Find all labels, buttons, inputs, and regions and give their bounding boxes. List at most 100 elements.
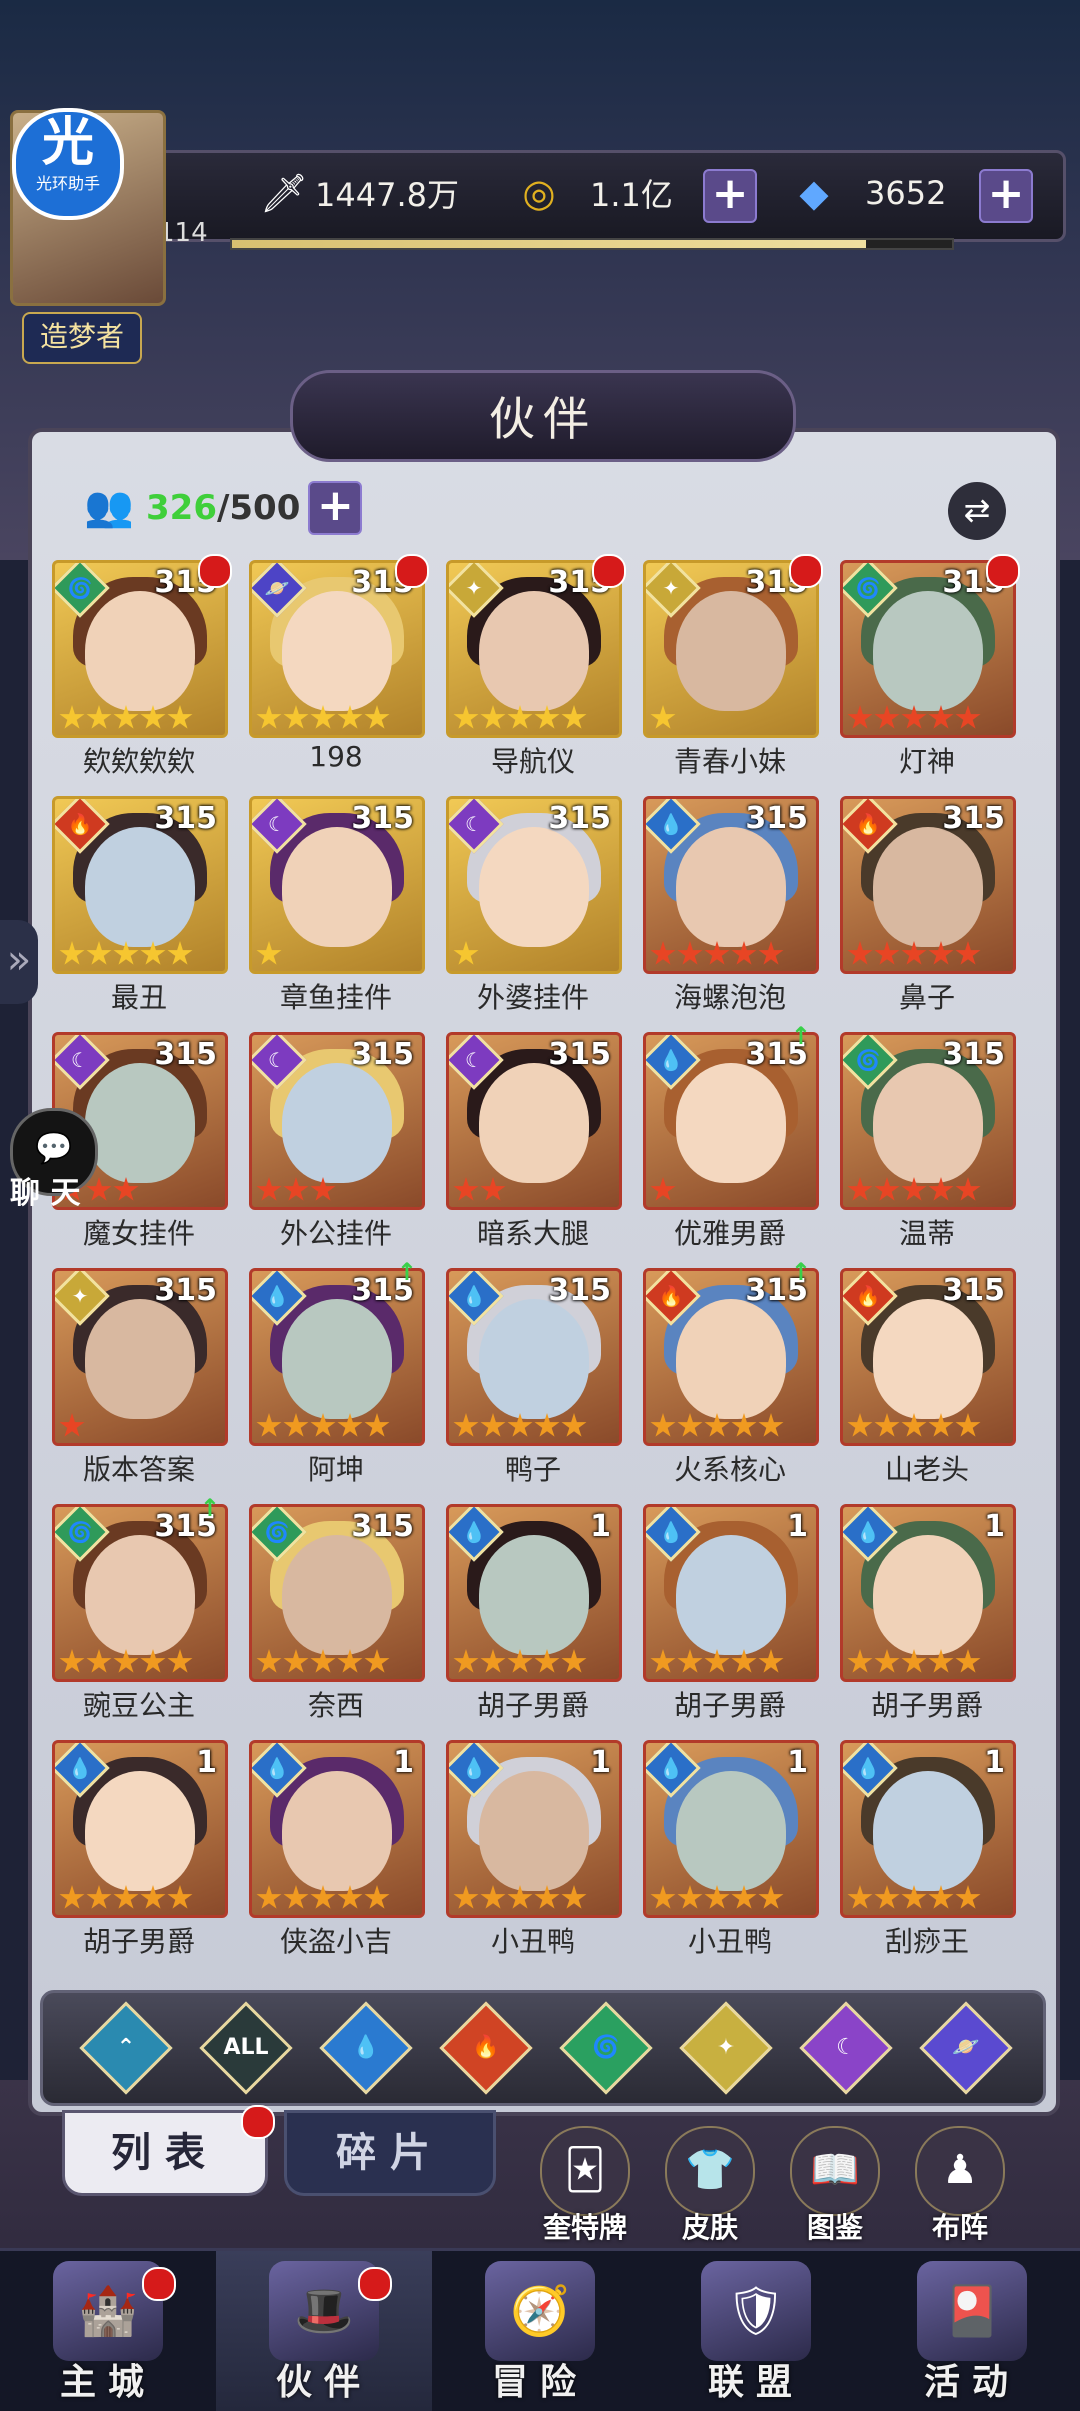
partner-name: 章鱼挂件: [279, 981, 392, 1014]
helper-app-button[interactable]: 光 光环助手: [12, 108, 124, 220]
star-icon: [113, 1885, 139, 1909]
nav-item[interactable]: 🎩 伙伴: [216, 2251, 432, 2411]
partner-card[interactable]: 🪐 315 198: [249, 554, 429, 776]
nav-item[interactable]: 🧭 冒险: [432, 2251, 648, 2411]
nav-item[interactable]: 🛡 联盟: [648, 2251, 864, 2411]
tool-button[interactable]: ♟ 布阵: [910, 2126, 1010, 2246]
partner-portrait: 💧 315: [643, 796, 819, 974]
star-icon: [731, 1413, 757, 1437]
star-icon: [874, 705, 900, 729]
partner-card[interactable]: ☾ 315 章鱼挂件: [249, 796, 425, 1014]
roster-max: /500: [216, 488, 301, 528]
star-rating: [256, 1413, 391, 1439]
partner-card[interactable]: ☾ 315 外婆挂件: [446, 796, 622, 1014]
partner-card[interactable]: 💧 1 胡子男爵: [52, 1740, 228, 1958]
add-gold-button[interactable]: +: [703, 169, 757, 223]
partner-card[interactable]: 🔥 315 最丑: [52, 796, 228, 1014]
tab-shards[interactable]: 碎片: [284, 2110, 496, 2196]
add-gem-button[interactable]: +: [979, 169, 1033, 223]
star-icon: [650, 1177, 676, 1201]
partner-card[interactable]: 🌀 315 奈西: [249, 1504, 425, 1722]
partner-card[interactable]: ☾ 315 外公挂件: [249, 1032, 425, 1250]
filter-light-button[interactable]: ✦: [679, 2001, 773, 2095]
star-rating: [256, 941, 283, 967]
partner-level: 315: [548, 801, 611, 836]
partner-card[interactable]: 💧 315 ↑ 优雅男爵: [643, 1022, 819, 1250]
partner-level: 1: [984, 1509, 1005, 1544]
swap-sort-button[interactable]: ⇄: [948, 482, 1006, 540]
partner-card[interactable]: 💧 1 侠盗小吉: [249, 1740, 425, 1958]
notification-dot: [198, 554, 232, 588]
partner-card[interactable]: 💧 1 胡子男爵: [840, 1504, 1016, 1722]
portrait-face: [282, 591, 392, 711]
portrait-face: [676, 1771, 786, 1891]
filter-fire-button[interactable]: 🔥: [439, 2001, 533, 2095]
tool-button[interactable]: 👕 皮肤: [660, 2126, 760, 2246]
partner-card[interactable]: 💧 1 胡子男爵: [643, 1504, 819, 1722]
tool-label: 图鉴: [806, 2211, 863, 2244]
tool-icon: 👕: [665, 2126, 755, 2216]
partner-portrait: 🌀 315: [52, 560, 228, 738]
nav-item[interactable]: 🏰 主城: [0, 2251, 216, 2411]
star-icon: [310, 1413, 336, 1437]
star-icon: [874, 941, 900, 965]
star-icon: [86, 1885, 112, 1909]
tab-list[interactable]: 列表: [62, 2105, 275, 2196]
star-icon: [140, 1649, 166, 1673]
portrait-face: [873, 1535, 983, 1655]
tool-button[interactable]: 📖 图鉴: [785, 2126, 885, 2246]
partner-card[interactable]: 🔥 315 山老头: [840, 1268, 1016, 1486]
tool-button[interactable]: 🃏 奎特牌: [535, 2126, 635, 2246]
partner-card[interactable]: ✦ 315 青春小妹: [643, 554, 823, 778]
partner-name: 胡子男爵: [870, 1689, 983, 1722]
partner-card[interactable]: 💧 1 小丑鸭: [643, 1740, 819, 1958]
partner-card[interactable]: 💧 1 胡子男爵: [446, 1504, 622, 1722]
filter-wind-button[interactable]: 🌀: [559, 2001, 653, 2095]
filter-all-button[interactable]: ALL: [199, 2001, 293, 2095]
star-icon: [140, 941, 166, 965]
partner-name: 198: [309, 740, 363, 773]
expand-roster-button[interactable]: +: [308, 481, 363, 535]
portrait-face: [873, 1063, 983, 1183]
star-icon: [167, 1649, 193, 1673]
partner-card[interactable]: ✦ 315 版本答案: [52, 1268, 228, 1486]
filter-dark-button[interactable]: ☾: [799, 2001, 893, 2095]
side-expand-arrow[interactable]: »: [0, 920, 38, 1004]
portrait-face: [282, 1299, 392, 1419]
player-title-badge[interactable]: 造梦者: [22, 312, 142, 364]
filter-space-button[interactable]: 🪐: [919, 2001, 1013, 2095]
roster-count: 👥 326 /500 +: [84, 480, 363, 536]
partner-level: 1: [984, 1745, 1005, 1780]
partner-card[interactable]: ✦ 315 导航仪: [446, 554, 626, 778]
filter-water-button[interactable]: 💧: [319, 2001, 413, 2095]
filter-chevron-button[interactable]: ⌃: [79, 2001, 173, 2095]
partner-card[interactable]: 🌀 315 欸欸欸欸: [52, 554, 232, 778]
star-icon: [256, 1649, 282, 1673]
partner-card[interactable]: 🔥 315 ↑ 火系核心: [643, 1258, 819, 1486]
portrait-face: [676, 591, 786, 711]
portrait-face: [676, 1299, 786, 1419]
star-icon: [758, 1885, 784, 1909]
partner-card[interactable]: 💧 315 鸭子: [446, 1268, 622, 1486]
partner-card[interactable]: 🌀 315 ↑ 豌豆公主: [52, 1494, 228, 1722]
star-rating: [650, 1177, 677, 1203]
partner-card[interactable]: 💧 1 刮痧王: [840, 1740, 1016, 1958]
partner-card[interactable]: 💧 315 ↑ 阿坤: [249, 1258, 425, 1486]
star-icon: [453, 705, 479, 729]
gold-value: 1.1亿: [590, 176, 673, 214]
gold-coin-icon: ◎: [522, 171, 556, 215]
partner-card[interactable]: 💧 315 海螺泡泡: [643, 796, 819, 1014]
partner-card[interactable]: 💧 1 小丑鸭: [446, 1740, 622, 1958]
partner-portrait: 💧 1: [643, 1504, 819, 1682]
nav-item[interactable]: 🎴 活动: [864, 2251, 1080, 2411]
partner-portrait: 🌀 315: [52, 1504, 228, 1682]
star-icon: [874, 1885, 900, 1909]
partner-card[interactable]: ☾ 315 暗系大腿: [446, 1032, 622, 1250]
partner-card[interactable]: 🌀 315 温蒂: [840, 1032, 1016, 1250]
partner-card[interactable]: 🔥 315 鼻子: [840, 796, 1016, 1014]
star-icon: [364, 1885, 390, 1909]
partner-card[interactable]: 🌀 315 灯神: [840, 554, 1020, 778]
star-rating: [650, 941, 785, 967]
portrait-face: [85, 1299, 195, 1419]
star-icon: [928, 1649, 954, 1673]
